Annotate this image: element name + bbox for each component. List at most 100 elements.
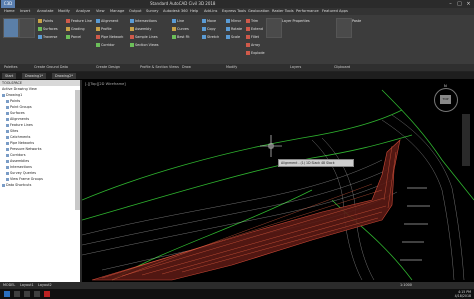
drawing-canvas[interactable]: [-][Top][2D Wireframe] Alignment - (1) 1… [82, 80, 474, 282]
intersections-tool[interactable]: Intersections [130, 18, 157, 24]
corridor-tool[interactable]: Corridor [96, 42, 115, 48]
tab-addins[interactable]: Add-ins [204, 9, 217, 13]
civil3d-icon[interactable] [44, 291, 50, 297]
tab-annotate[interactable]: Annotate [37, 9, 53, 13]
line-icon [172, 19, 176, 23]
task-view-icon[interactable] [24, 291, 30, 297]
move-tool[interactable]: Move [202, 18, 216, 24]
panel-layers[interactable]: Layers [290, 65, 301, 69]
profile-tool[interactable]: Profile [96, 26, 112, 32]
best-fit-tool[interactable]: Best Fit [172, 34, 190, 40]
survey-queries-icon [6, 171, 9, 175]
viewcube[interactable]: N TOP [434, 84, 458, 112]
paste-button[interactable] [336, 18, 352, 38]
panel-palettes[interactable]: Palettes [4, 65, 18, 69]
assembly-icon [130, 27, 134, 31]
points-icon [6, 99, 9, 103]
grading-icon [66, 27, 70, 31]
mirror-icon [226, 19, 230, 23]
close-icon[interactable]: × [464, 0, 473, 8]
stretch-tool[interactable]: Stretch [202, 34, 219, 40]
traverse-tool[interactable]: Traverse [38, 34, 57, 40]
assemblies-icon [6, 159, 9, 163]
copy-icon [202, 27, 206, 31]
start-icon[interactable] [4, 291, 10, 297]
panel-create-design[interactable]: Create Design [96, 65, 120, 69]
points-icon [38, 19, 42, 23]
clock[interactable]: 4:15 PM 4/18/2018 [455, 290, 471, 298]
tab-output[interactable]: Output [129, 9, 141, 13]
tab-view[interactable]: View [96, 9, 105, 13]
prospector-item-data-shortcuts[interactable]: Data Shortcuts [0, 182, 80, 188]
tab-manage[interactable]: Manage [110, 9, 124, 13]
surfaces-icon [38, 27, 42, 31]
viewport-controls[interactable]: [-][Top][2D Wireframe] [85, 82, 126, 86]
window-title: Standard AutoCAD Civil 3D 2018 [150, 1, 216, 6]
tab-geolocation[interactable]: Geolocation [248, 9, 269, 13]
navigation-bar[interactable] [462, 114, 470, 166]
minimize-icon[interactable]: – [446, 0, 455, 8]
extend-icon [246, 27, 250, 31]
alignment-tool[interactable]: Alignment [96, 18, 118, 24]
sample-lines-tool[interactable]: Sample Lines [130, 34, 158, 40]
line-tool[interactable]: Line [172, 18, 184, 24]
intersections-icon [6, 165, 9, 169]
layer-properties-button[interactable] [266, 18, 282, 38]
viewcube-top-face[interactable]: TOP [440, 95, 451, 104]
tab-layout1[interactable]: Layout1 [20, 283, 34, 287]
document-tabs: Start Drawing1* Drawing2* [0, 72, 474, 79]
panel-draw[interactable]: Draw [182, 65, 191, 69]
maximize-icon[interactable]: □ [455, 0, 464, 8]
curves-tool[interactable]: Curves [172, 26, 189, 32]
tab-layout2[interactable]: Layout2 [38, 283, 52, 287]
panel-modify[interactable]: Modify [226, 65, 237, 69]
points-tool[interactable]: Points [38, 18, 53, 24]
stretch-icon [202, 35, 206, 39]
grading-tool[interactable]: Grading [66, 26, 85, 32]
array-tool[interactable]: Array [246, 42, 260, 48]
tab-home[interactable]: Home [4, 9, 15, 13]
extend-tool[interactable]: Extend [246, 26, 263, 32]
fillet-tool[interactable]: Fillet [246, 34, 259, 40]
doc-tab-start[interactable]: Start [2, 73, 17, 79]
tab-survey[interactable]: Survey [146, 9, 159, 13]
rotate-tool[interactable]: Rotate [226, 26, 242, 32]
explorer-icon[interactable] [34, 291, 40, 297]
doc-tab-drawing2[interactable]: Drawing2* [52, 73, 76, 79]
panel-profile-section[interactable]: Profile & Section Views [140, 65, 179, 69]
tab-raster[interactable]: Raster Tools [272, 9, 294, 13]
panel-ground-data[interactable]: Create Ground Data [34, 65, 68, 69]
toolspace-button[interactable] [3, 18, 19, 38]
annotation-scale[interactable]: 1:1000 [400, 283, 412, 287]
tab-model[interactable]: MODEL [3, 283, 15, 287]
tab-help[interactable]: Help [190, 9, 198, 13]
surfaces-tool[interactable]: Surfaces [38, 26, 58, 32]
mirror-tool[interactable]: Mirror [226, 18, 241, 24]
tab-express[interactable]: Express Tools [222, 9, 246, 13]
drawing-geometry [82, 89, 474, 281]
section-views-tool[interactable]: Section Views [130, 42, 159, 48]
trim-icon [246, 19, 250, 23]
app-menu-button[interactable]: C3D [1, 0, 15, 8]
tab-featured[interactable]: Featured Apps [322, 9, 348, 13]
explode-tool[interactable]: Explode [246, 50, 265, 56]
pipe-network-tool[interactable]: Pipe Network [96, 34, 123, 40]
section-views-icon [130, 43, 134, 47]
tab-insert[interactable]: Insert [20, 9, 30, 13]
parcel-tool[interactable]: Parcel [66, 34, 81, 40]
copy-tool[interactable]: Copy [202, 26, 216, 32]
search-icon[interactable] [14, 291, 20, 297]
panel-clipboard[interactable]: Clipboard [334, 65, 350, 69]
doc-tab-drawing1[interactable]: Drawing1* [22, 73, 46, 79]
tab-performance[interactable]: Performance [296, 9, 319, 13]
properties-button[interactable] [19, 18, 35, 38]
trim-tool[interactable]: Trim [246, 18, 258, 24]
feature-line-tool[interactable]: Feature Line [66, 18, 92, 24]
tab-analyze[interactable]: Analyze [76, 9, 90, 13]
sites-icon [6, 129, 9, 133]
scale-tool[interactable]: Scale [226, 34, 240, 40]
tab-autodesk360[interactable]: Autodesk 360 [163, 9, 188, 13]
toolspace-side-tabs[interactable] [75, 90, 80, 210]
tab-modify[interactable]: Modify [58, 9, 70, 13]
assembly-tool[interactable]: Assembly [130, 26, 151, 32]
